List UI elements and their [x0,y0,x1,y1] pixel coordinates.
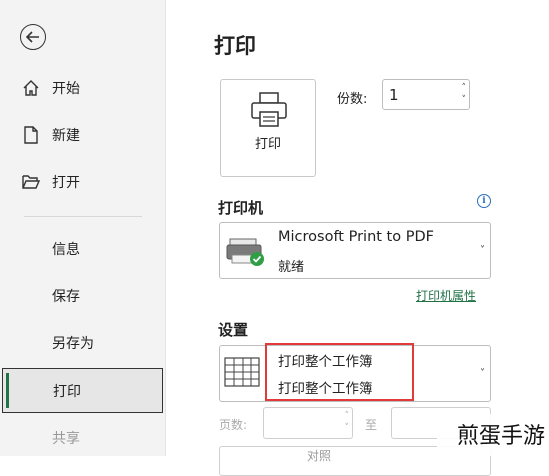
page-title: 打印 [214,34,256,58]
chevron-down-icon: ˅ [480,368,485,379]
pages-label: 页数: [219,418,248,432]
new-file-icon [22,126,40,144]
sidebar-item-label: 开始 [52,81,80,97]
sidebar-item-label: 新建 [52,128,80,144]
page-from-input[interactable]: ˄ ˅ [263,407,353,439]
workbook-grid-icon [224,357,260,387]
sidebar-item-print[interactable]: 打印 [2,368,163,413]
printer-status: 就绪 [278,260,305,275]
print-panel: 打印 打印 份数: 1 ˄ ˅ 打印机 i Microsoft Print to… [166,0,549,476]
folder-open-icon [22,173,40,191]
chevron-down-icon: ˅ [480,245,485,256]
print-button-label: 打印 [254,137,281,152]
pages-to-label: 至 [365,418,378,432]
copies-stepper[interactable]: 1 ˄ ˅ [382,79,470,110]
printer-properties-link[interactable]: 打印机属性 [416,287,476,304]
home-icon [22,79,40,97]
sidebar-item-label: 信息 [52,242,80,258]
sidebar-item-share[interactable]: 共享 [0,418,165,458]
sidebar-item-open[interactable]: 打开 [0,162,165,202]
copies-label: 份数: [337,92,368,107]
sidebar-item-label: 保存 [52,289,80,305]
chevron-down-icon[interactable]: ˅ [462,94,467,106]
printer-name: Microsoft Print to PDF [278,229,434,245]
watermark: 煎蛋手游 [437,414,549,456]
print-scope-dropdown[interactable]: 打印整个工作簿 打印整个工作簿 ˅ [219,345,491,402]
back-button[interactable] [20,24,46,50]
sidebar-divider [24,216,142,217]
chevron-up-icon[interactable]: ˄ [462,82,467,94]
printer-icon [251,92,287,127]
print-scope-title: 打印整个工作簿 [278,354,373,370]
sidebar-item-label: 打开 [52,175,80,191]
backstage-sidebar: 开始 新建 打开 信息 保存 另存为 打印 共享 [0,0,166,456]
info-icon[interactable]: i [477,194,491,208]
print-button[interactable]: 打印 [220,79,316,177]
sidebar-item-info[interactable]: 信息 [0,229,165,269]
sidebar-item-save-as[interactable]: 另存为 [0,323,165,363]
printer-dropdown[interactable]: Microsoft Print to PDF 就绪 ˅ [219,222,491,279]
back-arrow-icon [26,31,39,43]
sidebar-item-new[interactable]: 新建 [0,115,165,155]
printer-heading: 打印机 [218,199,264,217]
page-from-spin[interactable]: ˄ ˅ [345,410,350,434]
settings-heading: 设置 [218,321,249,339]
sidebar-item-label: 打印 [53,383,81,400]
sidebar-item-home[interactable]: 开始 [0,68,165,108]
print-scope-description: 打印整个工作簿 [278,381,373,397]
copies-value[interactable]: 1 [389,86,399,104]
sidebar-item-label: 另存为 [52,336,94,352]
sidebar-item-save[interactable]: 保存 [0,276,165,316]
printer-device-icon [226,238,264,266]
watermark-text: 煎蛋手游 [456,424,545,449]
sidebar-item-label: 共享 [52,431,80,447]
copies-spin-buttons[interactable]: ˄ ˅ [462,82,467,106]
